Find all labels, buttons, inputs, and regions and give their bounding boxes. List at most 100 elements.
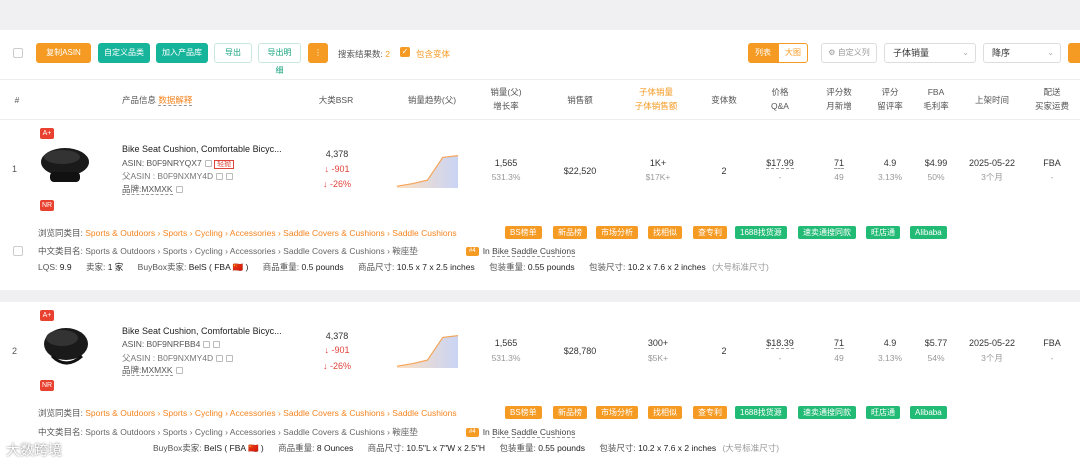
col-bsr[interactable]: 大类BSR [310,93,362,107]
product-image[interactable] [36,322,94,370]
bsr-value: 4,378 [325,149,349,159]
tool-tag[interactable]: 新品榜 [553,226,587,239]
tool-tag[interactable]: 查专利 [693,406,727,419]
fba-fee: $5.77 [924,338,948,348]
extra-button[interactable] [1068,43,1080,63]
col-product-info: 产品信息 数据解释 [122,95,193,106]
reviews-new: 49 [834,172,844,182]
sales-trend-chart[interactable] [395,330,460,370]
product-title[interactable]: Bike Seat Cushion, Comfortable Bicyc... [122,326,282,336]
col-fba[interactable]: FBA 毛利率 [918,85,954,113]
external-link-icon[interactable] [226,355,234,363]
external-link-icon[interactable] [226,173,234,181]
tool-tag[interactable]: 1688找货源 [735,226,787,239]
parent-asin: 父ASIN : B0F9NXMY4D [122,170,234,182]
toolbar: 复制ASIN 自定义品类 加入产品库 导出 导出明细 ⋮ 搜索结果数: 2 ✓ … [0,30,1080,80]
add-to-library-button[interactable]: 加入产品库 [156,43,208,63]
select-all-checkbox[interactable] [13,48,23,58]
sort-order-select[interactable]: 降序 ⌄ [983,43,1061,63]
gross-margin: 50% [927,172,945,182]
cn-category-path: 中文类目名: Sports & Outdoors › Sports › Cycl… [38,246,418,256]
tool-tag[interactable]: 找相似 [648,406,682,419]
col-rating[interactable]: 评分 留评率 [870,85,910,113]
custom-category-button[interactable]: 自定义品类 [98,43,150,63]
result-count: 搜索结果数: 2 [338,49,390,59]
reviews-value: 71 [833,338,844,349]
product-image[interactable] [36,142,94,188]
col-child-sales[interactable]: 子体销量 子体销售额 [628,85,684,113]
variants-count: 2 [721,346,727,356]
external-link-icon[interactable] [175,367,183,375]
tool-tag[interactable]: BS榜单 [505,406,542,419]
new-release-badge: NR [40,200,54,211]
ship-fee: - [1050,353,1054,363]
sales-value: 1,565 [494,158,518,168]
chevron-down-icon: ⌄ [962,48,969,57]
tool-tag[interactable]: 市场分析 [596,406,638,419]
tool-tag[interactable]: Alibaba [910,406,947,419]
category-link[interactable]: Sports & Outdoors › Sports › Cycling › A… [85,408,456,418]
listing-details: LQS: 9.9 卖家: 1 家 BuyBox卖家: BelS ( FBA 🇨🇳… [38,262,769,272]
rank-category-link[interactable]: Bike Saddle Cushions [492,427,576,438]
tool-tag[interactable]: Alibaba [910,226,947,239]
rank-info: #4 In Bike Saddle Cushions [466,425,576,439]
price-value: $18.39 [766,338,794,349]
bsr-change: ↓ -901 [324,345,350,355]
export-detail-button[interactable]: 导出明细 [258,43,301,75]
gross-margin: 54% [927,353,945,363]
external-link-icon[interactable] [213,341,221,349]
copy-icon[interactable] [216,173,224,181]
list-view-button[interactable]: 列表 [748,43,778,63]
tool-tag[interactable]: 旺店通 [866,226,900,239]
child-revenue-value: $17K+ [645,172,671,182]
col-sales[interactable]: 销量(父) 增长率 [480,85,532,113]
sort-field-select[interactable]: 子体销量 ⌄ [884,43,976,63]
bsr-pct: ↓ -26% [322,179,351,189]
tool-tag[interactable]: BS榜单 [505,226,542,239]
copy-icon[interactable] [204,160,212,168]
export-button[interactable]: 导出 [214,43,252,63]
copy-asin-button[interactable]: 复制ASIN [36,43,91,63]
qa-value: - [778,172,782,182]
col-trend[interactable]: 销量趋势(父) [398,93,466,107]
table-row[interactable]: 1 A+ NR Bike Seat Cushion, Comfortable B… [0,120,1080,290]
more-menu-button[interactable]: ⋮ [308,43,328,63]
tool-tag[interactable]: 1688找货源 [735,406,787,419]
review-rate: 3.13% [877,353,903,363]
col-listed[interactable]: 上架时间 [964,93,1020,107]
tool-tag[interactable]: 找相似 [648,226,682,239]
tool-tag[interactable]: 旺店通 [866,406,900,419]
custom-columns-button[interactable]: ⚙ 自定义列 [821,43,877,63]
col-reviews[interactable]: 评分数 月新增 [818,85,860,113]
reviews-value: 71 [833,158,844,169]
col-price[interactable]: 价格 Q&A [760,85,800,113]
tool-tag[interactable]: 速卖通搜同款 [798,226,856,239]
row-checkbox[interactable] [13,246,23,256]
tool-tag[interactable]: 速卖通搜同款 [798,406,856,419]
include-variants-checkbox[interactable]: ✓ [400,47,410,57]
tool-tag[interactable]: 市场分析 [596,226,638,239]
tool-tag[interactable]: 新品榜 [553,406,587,419]
revenue-value: $22,520 [563,166,597,176]
copy-icon[interactable] [203,341,211,349]
col-revenue[interactable]: 销售额 [552,93,608,107]
rating-value: 4.9 [883,338,897,348]
listed-ago: 3个月 [981,353,1003,363]
sales-trend-chart[interactable] [395,150,460,190]
category-link[interactable]: Sports & Outdoors › Sports › Cycling › A… [85,228,456,238]
table-row[interactable]: 2 A+ NR Bike Seat Cushion, Comfortable B… [0,302,1080,471]
external-link-icon[interactable] [175,186,183,194]
product-title[interactable]: Bike Seat Cushion, Comfortable Bicyc... [122,144,282,154]
qa-value: - [778,353,782,363]
copy-icon[interactable] [216,355,224,363]
rating-value: 4.9 [883,158,897,168]
trend-area [397,155,458,188]
col-shipping[interactable]: 配送 买家运费 [1028,85,1076,113]
col-variants[interactable]: 变体数 [700,93,748,107]
large-view-button[interactable]: 大图 [778,43,808,63]
data-explain-link[interactable]: 数据解释 [158,95,193,106]
rank-category-link[interactable]: Bike Saddle Cushions [492,246,576,257]
row-index: 2 [12,346,18,356]
brand: 品牌:MXMXK [122,364,183,376]
tool-tag[interactable]: 查专利 [693,226,727,239]
